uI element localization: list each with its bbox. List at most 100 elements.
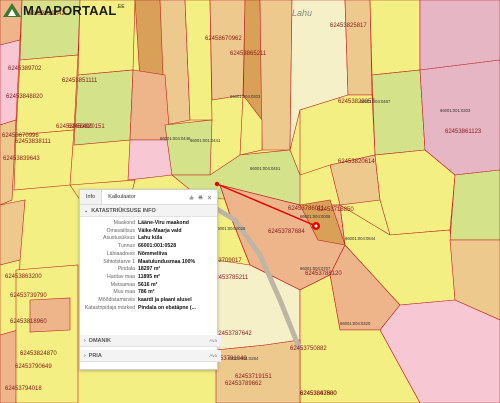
cadastral-info-table: Maakond Lääne-Viru maakond Omavalitsus Väik… (80, 220, 217, 312)
print-icon[interactable] (198, 195, 203, 200)
parcel[interactable] (127, 139, 173, 181)
tab-calculator[interactable]: Kalkulaator (102, 190, 142, 204)
section-title: PRIA (88, 352, 102, 359)
parcel-label: 62458670962 (205, 36, 242, 42)
info-value: kaardi ja plaani alusel (138, 297, 192, 304)
parcel[interactable] (259, 0, 293, 151)
info-row: Lähiaadress Nõmmeliiva (80, 251, 217, 259)
info-key: Tunnus (117, 243, 135, 250)
info-value: Lahu küla (138, 235, 163, 242)
info-value: Pindala on ebatäpne (... (138, 304, 196, 311)
parcel-label: 66001:004:0844 (345, 236, 376, 241)
parcel-label: 66001:004:0707 (300, 266, 331, 271)
info-row: Tunnus 66001:001:0528 (80, 243, 217, 251)
parcel[interactable] (129, 69, 171, 141)
parcel-label: 66001:001:0303 (440, 108, 471, 113)
info-row: Sihtotstarve 1 Maatulundusmaa 100% (80, 259, 217, 267)
parcel[interactable] (184, 0, 213, 121)
parcel-label: 62453739790 (10, 293, 47, 299)
info-value: 11895 m² (138, 273, 160, 280)
info-key: Muu maa (113, 289, 135, 296)
parcel-label: 66001:004:0006 (300, 214, 331, 219)
parcel-label: 62458670996 (2, 133, 39, 139)
parcel-label: 62453838111 (15, 139, 51, 145)
parcel[interactable] (371, 69, 426, 156)
info-value: 66001:001:0528 (138, 243, 177, 250)
info-value: 786 m² (138, 289, 155, 296)
info-key: Pindala (117, 266, 135, 273)
parcel-label: 66001:001:0441 (190, 138, 221, 143)
parcel[interactable] (164, 119, 213, 176)
parcel[interactable] (29, 297, 71, 333)
chevron-right-icon: › (84, 337, 86, 344)
chevron-right-icon: › (84, 352, 86, 359)
parcel[interactable] (449, 169, 500, 241)
parcel-label: 62453788120 (305, 271, 342, 277)
parcel-label: 62453790649 (15, 364, 52, 370)
tab-info[interactable]: Info (80, 190, 103, 204)
parcel-label: 66001:001:0284 (228, 356, 259, 361)
parcel-label: 62453867800 (300, 391, 337, 397)
info-row: Katastripidaja märked Pindala on ebatäpne… (80, 305, 217, 313)
open-link[interactable]: Ava (209, 353, 217, 358)
parcel-label: 62453848820 (6, 94, 43, 100)
parcel[interactable] (215, 339, 301, 403)
logo-text: MAAPORTAAL (23, 2, 117, 18)
place-name-label: Lahu (292, 8, 312, 18)
parcel-label: 62453825817 (330, 23, 367, 29)
parcel-label: 66001:004:0320 (340, 321, 371, 326)
parcel-label: 62453750882 (290, 346, 327, 352)
parcel[interactable] (209, 0, 246, 101)
parcel-label: 66001:004:0451 (250, 166, 281, 171)
parcel-label: 62453861123 (445, 129, 482, 135)
info-row: Mõõdistamisviis kaardi ja plaani alusel (80, 297, 217, 305)
parcel-label: 62453851111 (62, 78, 98, 84)
parcel-label: 66001:004:0028 (215, 226, 246, 231)
info-value: Väike-Maarja vald (138, 227, 182, 234)
section-cadastral-info[interactable]: ⌄ KATASTRIÜKSUSE INFO (80, 205, 217, 217)
maaportaal-logo[interactable]: MAAPORTAAL .EE (3, 2, 125, 18)
info-row: Omavalitsus Väike-Maarja vald (80, 228, 217, 236)
info-key: Haritav maa (107, 273, 135, 280)
parcel-label: 62453786011 (288, 206, 325, 212)
panel-tools (189, 195, 217, 200)
parcel-label: 62453839643 (3, 156, 40, 162)
info-value: Lääne-Viru maakond (138, 220, 189, 226)
info-value: 18297 m² (138, 266, 161, 273)
close-icon[interactable] (207, 195, 212, 200)
section-title: OMANIK (88, 337, 111, 344)
parcel-label: 62453820614 (338, 159, 375, 165)
info-key: Metsamaa (110, 281, 135, 288)
info-row: Maakond Lääne-Viru maakond (80, 220, 217, 228)
cadastral-map[interactable]: Lahu 62453919642624538970262453848820624… (0, 0, 500, 403)
info-row: Muu maa 786 m² (80, 289, 217, 297)
section-owner[interactable]: › OMANIK Ava (80, 335, 221, 347)
parcel[interactable] (15, 264, 79, 403)
parcel-label: 66001:004:0303 (230, 94, 261, 99)
info-panel: Info Kalkulaator ⌄ KATASTRIÜKSUSE INFO M… (79, 189, 221, 370)
parcel-label: 66001:004:0448 (160, 136, 191, 141)
triangle-logo-icon (3, 3, 21, 17)
parcel-label: 62453787684 (268, 229, 305, 235)
location-marker-icon[interactable] (312, 222, 320, 230)
info-key: Sihtotstarve 1 (103, 258, 135, 265)
info-row: Pindala 18297 m² (80, 266, 217, 274)
info-value: Maatulundusmaa 100% (138, 258, 196, 265)
parcel-label: 62453820151 (68, 124, 105, 130)
info-row: Haritav maa 11895 m² (80, 274, 217, 282)
parcel-label: 62453863200 (5, 274, 42, 280)
info-value: Nõmmeliiva (138, 250, 168, 257)
thumbs-up-icon[interactable] (189, 195, 194, 200)
measure-start-dot (214, 181, 220, 187)
open-link[interactable]: Ava (209, 338, 217, 343)
info-row: Metsamaa 5616 m² (80, 282, 217, 290)
parcel[interactable] (344, 0, 373, 96)
section-pria[interactable]: › PRIA Ava (80, 350, 221, 362)
parcel-label: 66001:004:0467 (360, 99, 391, 104)
info-key: Asustusüksus (102, 235, 135, 242)
info-key: Omavalitsus (106, 227, 135, 234)
parcel[interactable] (419, 0, 500, 71)
chevron-down-icon: ⌄ (84, 207, 89, 214)
parcel-label: 6245389702 (8, 66, 42, 72)
parcel[interactable] (369, 0, 421, 76)
